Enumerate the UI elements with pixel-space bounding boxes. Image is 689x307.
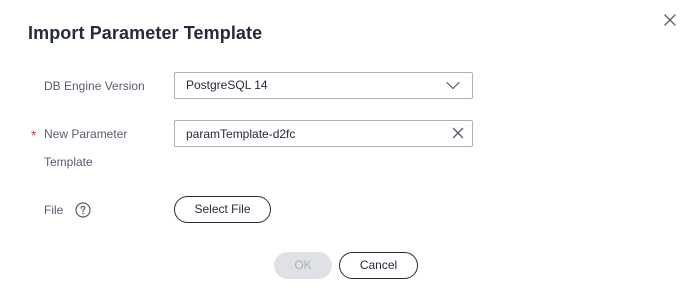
ok-button[interactable]: OK xyxy=(274,252,332,279)
new-parameter-template-label-line2: Template xyxy=(44,155,93,169)
db-engine-version-value: PostgreSQL 14 xyxy=(186,78,268,92)
chevron-down-icon xyxy=(446,81,460,90)
close-button[interactable] xyxy=(660,10,680,30)
clear-icon[interactable] xyxy=(452,127,464,139)
db-engine-version-label: DB Engine Version xyxy=(44,79,145,93)
close-icon xyxy=(664,14,676,26)
new-parameter-template-input[interactable] xyxy=(186,121,436,146)
db-engine-version-select[interactable]: PostgreSQL 14 xyxy=(174,72,473,99)
file-label: File xyxy=(44,203,64,217)
new-parameter-template-label-line1: New Parameter xyxy=(44,127,128,141)
dialog-title: Import Parameter Template xyxy=(28,23,263,43)
cancel-button[interactable]: Cancel xyxy=(339,252,418,279)
help-icon[interactable] xyxy=(75,202,91,218)
import-parameter-template-dialog: Import Parameter Template DB Engine Vers… xyxy=(0,0,689,307)
select-file-button[interactable]: Select File xyxy=(174,196,271,223)
new-parameter-template-field[interactable] xyxy=(174,120,473,147)
required-mark: * xyxy=(31,127,37,143)
